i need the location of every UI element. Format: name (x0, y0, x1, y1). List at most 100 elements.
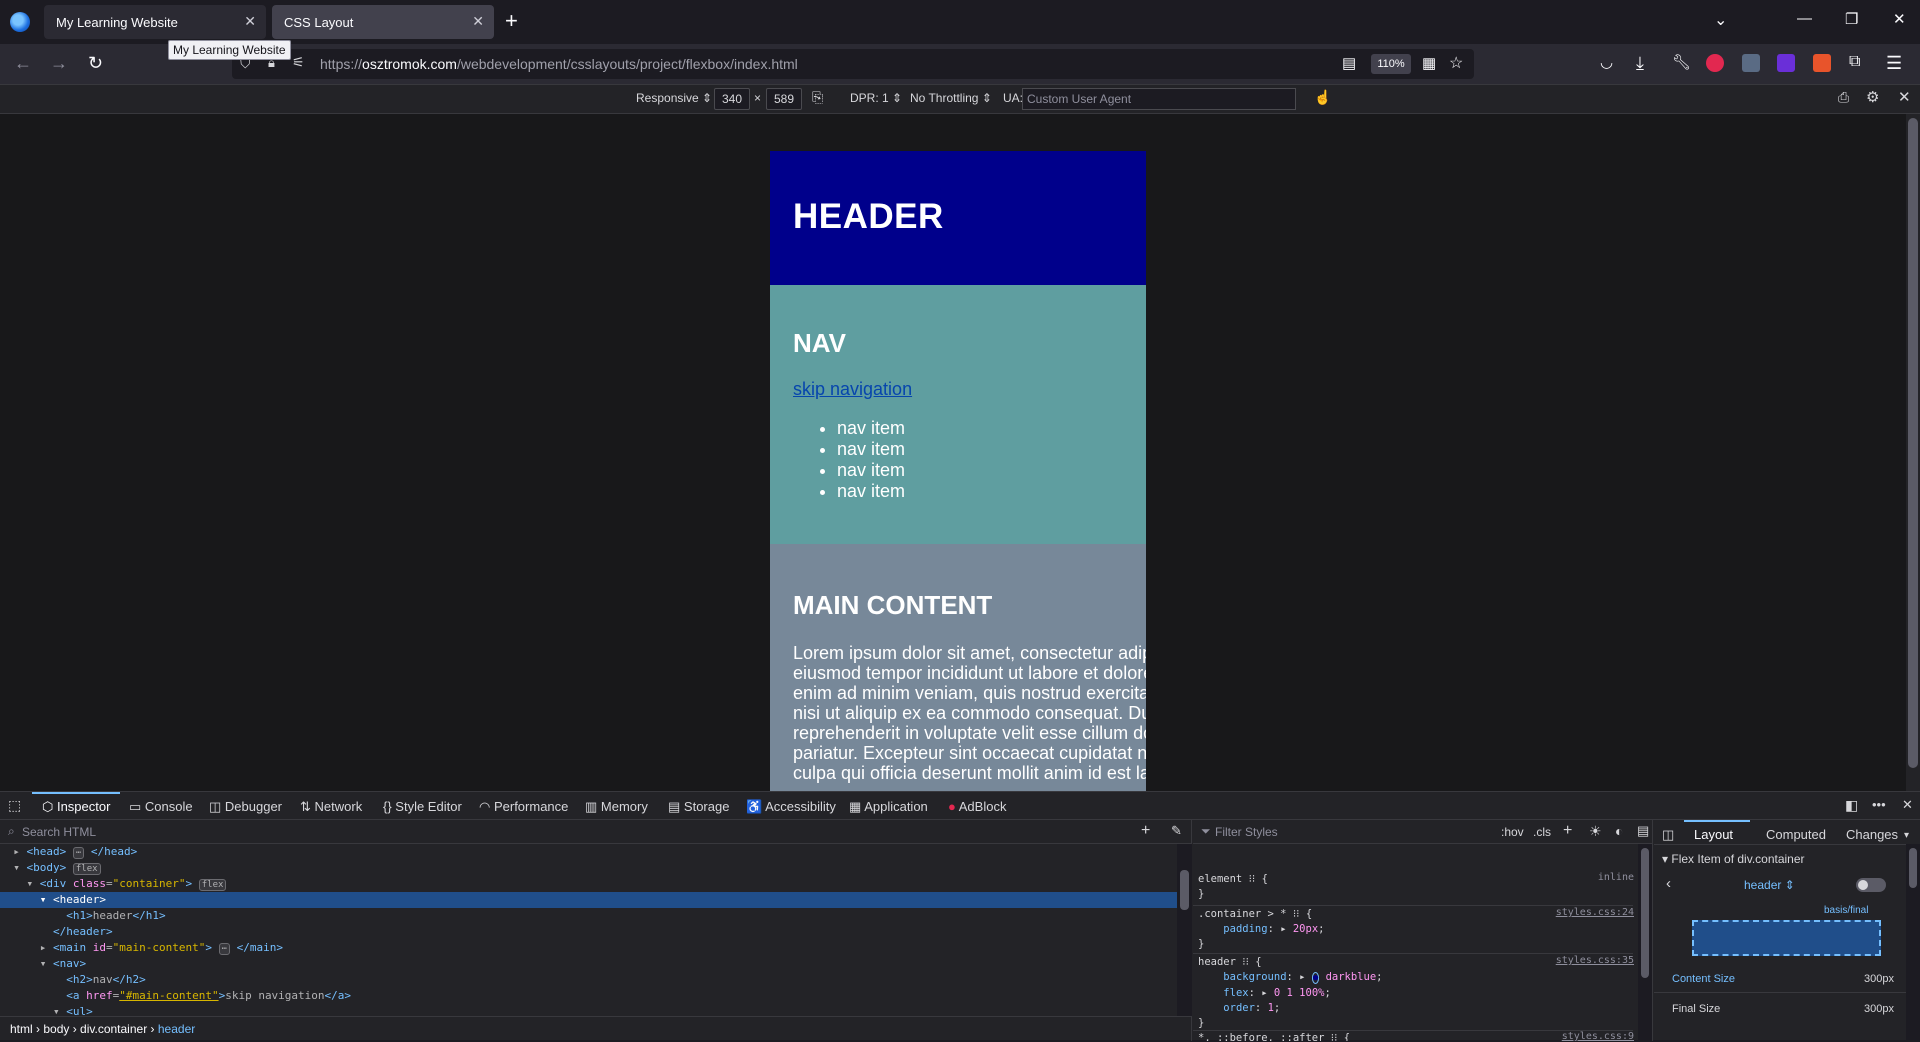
bookmark-star-icon[interactable]: ☆ (1449, 53, 1463, 73)
reload-icon[interactable]: ↻ (88, 53, 103, 74)
viewport-scrollbar[interactable] (1906, 114, 1920, 791)
zoom-level-badge[interactable]: 110% (1371, 54, 1411, 74)
back-arrow-icon[interactable]: ← (14, 53, 32, 74)
back-chevron-icon[interactable]: ‹ (1666, 875, 1671, 892)
highlight-toggle[interactable] (1856, 878, 1886, 892)
tab-inspector[interactable]: ⬡ Inspector (42, 799, 110, 815)
close-window-icon[interactable]: ✕ (1893, 10, 1906, 28)
device-select[interactable]: Responsive ⇕ (636, 91, 712, 105)
tab-debugger[interactable]: ◫ Debugger (209, 799, 282, 815)
print-media-icon[interactable]: ▤ (1637, 823, 1649, 839)
url-bar[interactable]: ⛉ 🔒︎ ⚟ https://osztromok.com/webdevelopm… (232, 49, 1474, 79)
breadcrumb-header[interactable]: header (158, 1022, 195, 1036)
screenshot-camera-icon[interactable]: ⎙ (1838, 89, 1849, 106)
rule-header[interactable]: header ⁝⁝ { background: ▸ ● darkblue; fl… (1198, 955, 1382, 1031)
close-devtools-icon[interactable]: ✕ (1902, 797, 1913, 813)
tab-changes[interactable]: Changes (1846, 827, 1898, 842)
rule-source-link[interactable]: styles.css:9 (1562, 1031, 1634, 1042)
grid-icon[interactable]: ▦ (1422, 54, 1436, 72)
nav-list-item[interactable]: nav item (837, 481, 1123, 502)
adblock-extension-icon[interactable] (1706, 54, 1724, 72)
class-toggle[interactable]: .cls (1533, 825, 1551, 839)
scrollbar-thumb[interactable] (1909, 848, 1917, 888)
nav-list-item[interactable]: nav item (837, 418, 1123, 439)
viewport-height-input[interactable]: 589 (766, 88, 802, 110)
layout-scrollbar[interactable] (1906, 844, 1920, 1041)
rule-source-link[interactable]: styles.css:35 (1556, 955, 1634, 966)
reader-view-icon[interactable]: ▤ (1342, 54, 1356, 72)
forward-arrow-icon[interactable]: → (50, 53, 68, 74)
markup-line-h2[interactable]: <h2>nav</h2> (0, 972, 1177, 988)
sidebar-toggle-icon[interactable]: ◫ (1662, 827, 1674, 843)
markup-line-head[interactable]: ▸ <head> ⋯ </head> (0, 844, 1177, 860)
tab-application[interactable]: ▦ Application (849, 799, 928, 815)
skip-navigation-link[interactable]: skip navigation (793, 379, 1123, 400)
tab-performance[interactable]: ◠ Performance (479, 799, 568, 815)
firefox-logo-icon[interactable] (10, 12, 30, 32)
tab-layout[interactable]: Layout (1694, 827, 1733, 842)
list-all-tabs-chevron-icon[interactable]: ⌄ (1714, 10, 1727, 30)
wrench-icon[interactable]: 🔧︎ (1672, 53, 1691, 71)
markup-scrollbar[interactable] (1177, 844, 1192, 1016)
tab-css-layout[interactable]: CSS Layout ✕ (272, 5, 494, 39)
new-tab-plus-icon[interactable]: + (505, 8, 518, 34)
markup-line-nav[interactable]: ▾ <nav> (0, 956, 1177, 972)
add-node-plus-icon[interactable]: + (1141, 822, 1150, 840)
touch-simulation-icon[interactable]: ☝ (1314, 89, 1331, 106)
flex-item-select[interactable]: header ⇕ (1744, 878, 1795, 892)
simulated-page[interactable]: HEADER NAV skip navigation nav item nav … (770, 151, 1146, 791)
markup-line-main[interactable]: ▸ <main id="main-content"> ⋯ </main> (0, 940, 1177, 956)
tab-adblock[interactable]: ● AdBlock (948, 799, 1006, 814)
dock-side-icon[interactable]: ◧ (1845, 797, 1858, 814)
devtools-more-icon[interactable]: ••• (1872, 797, 1886, 812)
rules-scrollbar[interactable] (1638, 844, 1652, 1041)
more-tabs-chevron-icon[interactable]: ▾ (1904, 830, 1909, 841)
breadcrumb-body[interactable]: body (43, 1022, 69, 1036)
rule-element[interactable]: element ⁝⁝ { } (1198, 872, 1268, 902)
close-rdm-icon[interactable]: ✕ (1898, 88, 1911, 106)
rotate-icon[interactable]: ⎘ (812, 89, 823, 106)
markup-line-container[interactable]: ▾ <div class="container"> flex (0, 876, 1177, 892)
tab-memory[interactable]: ▥ Memory (585, 799, 648, 815)
extension-badge-icon[interactable] (1777, 54, 1795, 72)
breadcrumb-div-container[interactable]: div.container (80, 1022, 147, 1036)
tab-console[interactable]: ▭ Console (129, 799, 193, 815)
filter-styles-input[interactable]: ⏷ Filter Styles :hov .cls + ☀ ◐ ▤ (1193, 820, 1653, 844)
restore-icon[interactable]: ❐ (1845, 10, 1858, 28)
markup-line-ul[interactable]: ▾ <ul> (0, 1004, 1177, 1016)
dpr-select[interactable]: DPR: 1 ⇕ (850, 91, 902, 105)
tab-style-editor[interactable]: {} Style Editor (383, 799, 462, 814)
throttling-select[interactable]: No Throttling ⇕ (910, 91, 992, 105)
menu-hamburger-icon[interactable]: ☰ (1886, 53, 1902, 74)
search-html-input[interactable]: ⌕ Search HTML + ✎ (0, 820, 1192, 844)
tab-computed[interactable]: Computed (1766, 827, 1826, 842)
markup-line-anchor[interactable]: <a href="#main-content">skip navigation<… (0, 988, 1177, 1004)
downloads-icon[interactable]: ⤓ (1636, 53, 1644, 74)
extensions-puzzle-icon[interactable]: ⧉ (1849, 53, 1860, 71)
pocket-icon[interactable]: ◡ (1600, 53, 1613, 71)
markup-line-body[interactable]: ▾ <body> flex (0, 860, 1177, 876)
light-scheme-sun-icon[interactable]: ☀ (1589, 823, 1602, 840)
element-picker-icon[interactable]: ⬚ (8, 797, 21, 814)
eyedropper-icon[interactable]: ✎ (1171, 823, 1182, 839)
markup-line-header-selected[interactable]: ▾ <header> (0, 892, 1177, 908)
extension-icon[interactable] (1742, 54, 1760, 72)
close-tab-icon[interactable]: ✕ (472, 13, 484, 30)
breadcrumb-html[interactable]: html (10, 1022, 33, 1036)
nav-list-item[interactable]: nav item (837, 460, 1123, 481)
add-rule-plus-icon[interactable]: + (1563, 822, 1572, 840)
tab-my-learning-website[interactable]: My Learning Website ✕ (44, 5, 266, 39)
permissions-icon[interactable]: ⚟ (292, 54, 305, 71)
scrollbar-thumb[interactable] (1180, 870, 1189, 910)
tab-network[interactable]: ⇅ Network (300, 799, 362, 815)
nav-list-item[interactable]: nav item (837, 439, 1123, 460)
rule-source-link[interactable]: styles.css:24 (1556, 907, 1634, 918)
tab-accessibility[interactable]: ♿ Accessibility (746, 799, 836, 815)
scrollbar-thumb[interactable] (1641, 848, 1649, 978)
tab-storage[interactable]: ▤ Storage (668, 799, 729, 815)
extension-orange-icon[interactable] (1813, 54, 1831, 72)
user-agent-input[interactable]: Custom User Agent (1022, 88, 1296, 110)
scrollbar-thumb[interactable] (1908, 118, 1918, 768)
hover-state-toggle[interactable]: :hov (1501, 825, 1524, 839)
minimize-icon[interactable]: — (1797, 10, 1812, 27)
